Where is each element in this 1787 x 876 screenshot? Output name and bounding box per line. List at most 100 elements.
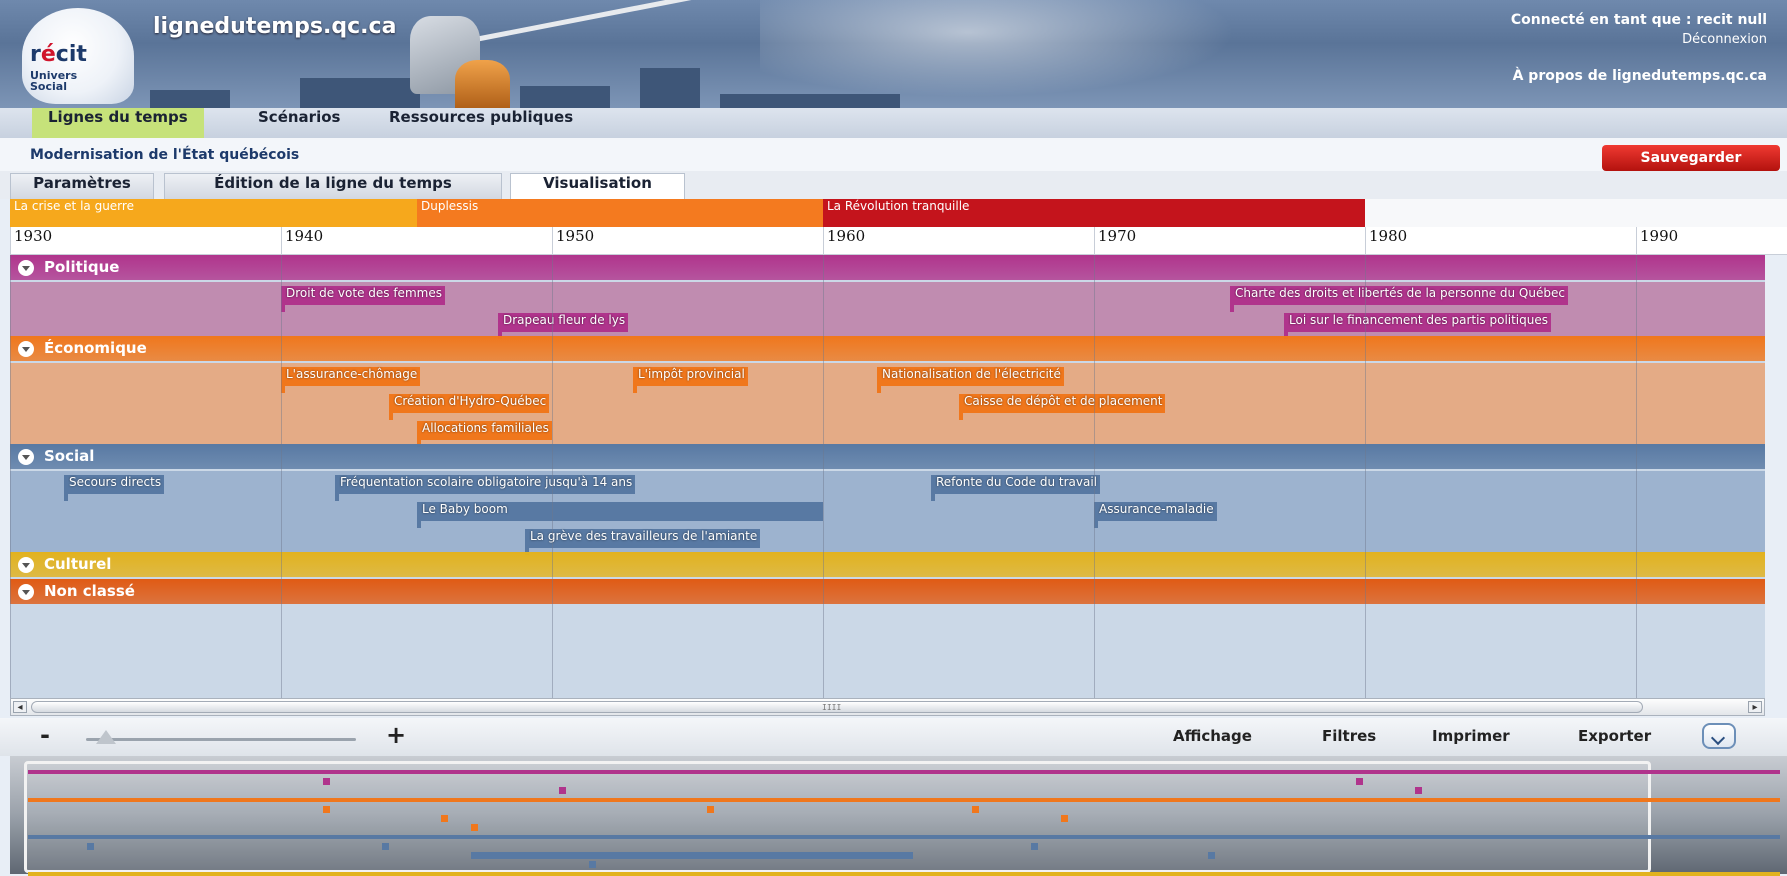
timeline-event[interactable]: L'impôt provincial — [633, 367, 748, 393]
castle-silhouette — [720, 94, 900, 108]
menu-item-scenarios[interactable]: Scénarios — [242, 108, 356, 138]
overview-category-line — [28, 835, 1780, 839]
collapse-toggle-icon[interactable] — [18, 260, 34, 276]
period-2[interactable]: La Révolution tranquille — [823, 199, 1365, 227]
zoom-in-button[interactable]: + — [386, 721, 406, 749]
overview-event-mark — [323, 778, 330, 785]
tab-bar: Paramètres Édition de la ligne du temps … — [0, 171, 1787, 200]
logo-social: Social — [30, 80, 67, 93]
collapse-toggle-icon[interactable] — [18, 557, 34, 573]
tab-edition[interactable]: Édition de la ligne du temps — [164, 173, 502, 199]
timeline-overview[interactable] — [10, 756, 1787, 876]
scrollbar-thumb[interactable]: IIII — [31, 701, 1643, 713]
year-gridline — [823, 255, 824, 698]
filtres-button[interactable]: Filtres — [1322, 727, 1376, 745]
about-link[interactable]: À propos de lignedutemps.qc.ca — [1513, 68, 1767, 84]
period-band: La crise et la guerre Duplessis La Révolut… — [10, 199, 1787, 227]
timeline-event[interactable]: Secours directs — [64, 475, 165, 501]
zoom-slider-thumb[interactable] — [96, 730, 116, 744]
timeline-event[interactable]: Assurance-maladie — [1094, 502, 1217, 528]
category-header[interactable]: Politique — [10, 255, 1765, 280]
year-gridline — [1094, 255, 1095, 698]
overview-event-mark — [972, 806, 979, 813]
castle-silhouette — [300, 78, 420, 108]
timeline-event[interactable]: Refonte du Code du travail — [931, 475, 1100, 501]
recit-logo-text: récit — [30, 42, 87, 67]
timeline-event[interactable]: L'assurance-chômage — [281, 367, 421, 393]
castle-silhouette — [150, 90, 230, 108]
collapse-toggle-icon[interactable] — [18, 341, 34, 357]
timeline-event[interactable]: La grève des travailleurs de l'amiante — [525, 529, 761, 555]
site-title[interactable]: lignedutemps.qc.ca — [153, 14, 396, 39]
overview-event-bar — [471, 852, 913, 859]
scroll-right-arrow-icon[interactable]: ▸ — [1748, 701, 1762, 713]
overview-event-mark — [87, 843, 94, 850]
menu-item-ressources-publiques[interactable]: Ressources publiques — [373, 108, 589, 138]
imprimer-button[interactable]: Imprimer — [1432, 727, 1510, 745]
overview-event-mark — [471, 824, 478, 831]
overview-event-mark — [1061, 815, 1068, 822]
timeline-toolbar: - + Affichage Filtres Imprimer Exporter — [0, 718, 1787, 756]
year-gridline — [552, 255, 553, 698]
logo-letter-accent: é — [40, 42, 56, 67]
tab-visualisation[interactable]: Visualisation — [510, 173, 685, 200]
chevron-down-icon[interactable] — [1702, 723, 1736, 749]
year-gridline — [281, 255, 282, 698]
timeline-event[interactable]: Fréquentation scolaire obligatoire jusqu… — [335, 475, 636, 501]
overview-event-mark — [1415, 787, 1422, 794]
year-label: 1940 — [281, 227, 323, 255]
logo-letters: cit — [55, 42, 87, 67]
timeline-event[interactable]: Drapeau fleur de lys — [498, 313, 629, 339]
category-label: Culturel — [44, 555, 112, 573]
overview-category-line — [28, 798, 1780, 802]
period-1[interactable]: Duplessis — [417, 199, 823, 227]
timeline-event[interactable]: Le Baby boom — [417, 502, 823, 528]
lightning-decoration — [760, 0, 1280, 108]
year-gridline — [1365, 255, 1366, 698]
timeline-canvas[interactable]: Politique Droit de vote des femmes Charte … — [10, 255, 1765, 698]
year-label: 1960 — [823, 227, 865, 255]
category-label: Économique — [44, 339, 147, 357]
timeline-event[interactable]: Création d'Hydro-Québec — [389, 394, 550, 420]
category-header[interactable]: Économique — [10, 336, 1765, 361]
castle-silhouette — [640, 68, 700, 108]
year-label: 1990 — [1636, 227, 1678, 255]
overview-event-mark — [382, 843, 389, 850]
overview-event-mark — [589, 861, 596, 868]
exporter-button[interactable]: Exporter — [1578, 727, 1651, 745]
category-band — [10, 471, 1765, 552]
category-header[interactable]: Culturel — [10, 552, 1765, 577]
category-label: Social — [44, 447, 95, 465]
logo-letter: r — [30, 42, 41, 67]
zoom-slider-track[interactable] — [86, 738, 356, 741]
scroll-left-arrow-icon[interactable]: ◂ — [13, 701, 27, 713]
project-bar: Modernisation de l'État québécois Sauveg… — [0, 138, 1787, 171]
collapse-toggle-icon[interactable] — [18, 584, 34, 600]
tab-parametres[interactable]: Paramètres — [10, 173, 154, 199]
timeline-event[interactable]: Charte des droits et libertés de la pers… — [1230, 286, 1568, 312]
overview-event-mark — [1356, 778, 1363, 785]
overview-event-mark — [1031, 843, 1038, 850]
timeline-event[interactable]: Allocations familiales — [417, 421, 552, 447]
year-ruler: 1930 1940 1950 1960 1970 1980 1990 — [10, 227, 1787, 255]
zoom-out-button[interactable]: - — [40, 721, 50, 749]
category-header[interactable]: Social — [10, 444, 1765, 469]
project-title: Modernisation de l'État québécois — [30, 147, 300, 163]
affichage-button[interactable]: Affichage — [1173, 727, 1252, 745]
save-button[interactable]: Sauvegarder — [1602, 145, 1780, 171]
timeline-event[interactable]: Loi sur le financement des partis politi… — [1284, 313, 1552, 339]
period-0[interactable]: La crise et la guerre — [10, 199, 417, 227]
timeline-event[interactable]: Caisse de dépôt et de placement — [959, 394, 1166, 420]
scrollbar-grip-icon: IIII — [822, 703, 842, 712]
castle-silhouette — [520, 86, 610, 108]
timeline-event[interactable]: Droit de vote des femmes — [281, 286, 445, 312]
overview-event-mark — [559, 787, 566, 794]
overview-category-line — [28, 770, 1780, 774]
logout-link[interactable]: Déconnexion — [1682, 32, 1767, 47]
menu-item-lignes-du-temps[interactable]: Lignes du temps — [32, 108, 204, 138]
timeline-scrollbar[interactable]: ◂ IIII ▸ — [10, 698, 1765, 716]
timeline-event[interactable]: Nationalisation de l'électricité — [877, 367, 1064, 393]
overview-event-mark — [441, 815, 448, 822]
collapse-toggle-icon[interactable] — [18, 449, 34, 465]
category-header[interactable]: Non classé — [10, 579, 1765, 604]
